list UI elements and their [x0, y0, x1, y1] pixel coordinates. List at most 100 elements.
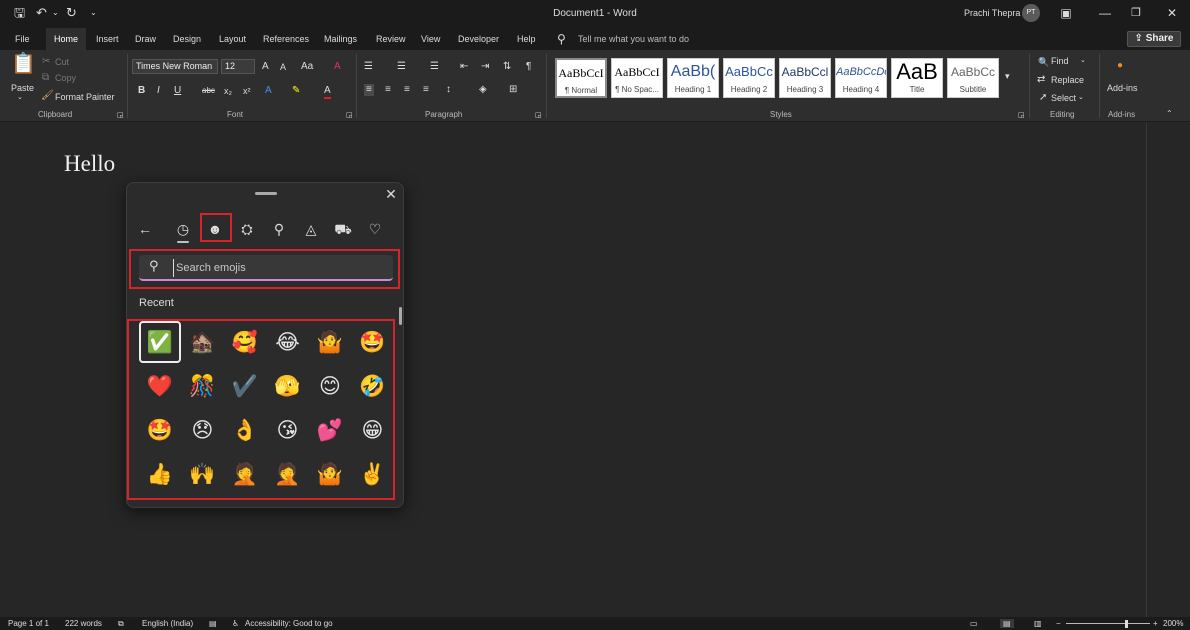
user-name[interactable]: Prachi Thepra [964, 8, 1020, 18]
justify-icon[interactable]: ≡ [423, 84, 429, 96]
ribbon-display-icon[interactable]: ▣ [1057, 4, 1075, 22]
print-layout-icon[interactable]: ▤ [1000, 619, 1014, 628]
style-no-spacing[interactable]: AaBbCcI ¶ No Spac... [611, 58, 663, 98]
emoji-item[interactable]: 🤦 [224, 453, 266, 495]
paste-dropdown-icon[interactable]: ⌄ [17, 93, 23, 101]
style-heading-1[interactable]: AaBb(Heading 1 [667, 58, 719, 98]
underline-icon[interactable]: U [174, 85, 181, 97]
accessibility-status[interactable]: Accessibility: Good to go [245, 619, 333, 628]
word-count[interactable]: 222 words [65, 619, 102, 628]
select-dropdown-icon[interactable]: ⌄ [1078, 92, 1084, 104]
restore-icon[interactable]: ❐ [1127, 4, 1145, 22]
replace-button[interactable]: Replace [1051, 75, 1084, 85]
font-name-dropdown[interactable]: Times New Roman [132, 59, 218, 74]
style-normal[interactable]: AaBbCcI ¶ Normal [555, 58, 607, 98]
emoji-item[interactable]: 🫣 [267, 365, 309, 407]
grow-font-icon[interactable]: A [262, 61, 269, 73]
align-right-icon[interactable]: ≡ [404, 84, 410, 96]
tab-layout[interactable]: Layout [219, 28, 246, 50]
kaomoji-icon[interactable]: ⛭ [237, 219, 257, 239]
emoji-item[interactable]: 🤣 [352, 365, 394, 407]
bullets-icon[interactable]: ☰ [364, 61, 373, 73]
zoom-out-icon[interactable]: − [1056, 619, 1061, 628]
copy-button[interactable]: Copy [55, 73, 76, 83]
clear-formatting-icon[interactable]: A [334, 61, 341, 73]
avatar[interactable]: PT [1022, 4, 1040, 22]
emoji-item[interactable]: 🤷 [309, 321, 351, 363]
addins-button[interactable]: Add-ins [1107, 83, 1138, 93]
panel-scrollbar[interactable] [399, 307, 402, 325]
find-button[interactable]: Find [1051, 56, 1069, 66]
undo-icon[interactable]: ↶ [36, 5, 47, 21]
format-painter-button[interactable]: Format Painter [55, 92, 115, 102]
emoji-item[interactable]: 🤷 [309, 453, 351, 495]
paragraph-launcher-icon[interactable]: ◲ [535, 110, 542, 122]
tab-insert[interactable]: Insert [96, 28, 119, 50]
tab-help[interactable]: Help [517, 28, 536, 50]
borders-icon[interactable]: ⊞ [509, 84, 517, 96]
select-button[interactable]: Select [1051, 93, 1076, 103]
cut-button[interactable]: Cut [55, 57, 69, 67]
close-panel-icon[interactable]: ✕ [382, 185, 400, 203]
style-heading-2[interactable]: AaBbCc Heading 2 [723, 58, 775, 98]
clipboard-launcher-icon[interactable]: ◲ [117, 110, 124, 122]
tab-home[interactable]: Home [46, 28, 87, 50]
multilevel-list-icon[interactable]: ☰ [430, 61, 439, 73]
italic-icon[interactable]: I [157, 85, 160, 97]
styles-more-icon[interactable]: ▾ [1005, 70, 1010, 82]
tell-me-search[interactable]: Tell me what you want to do [578, 28, 689, 50]
font-launcher-icon[interactable]: ◲ [346, 110, 353, 122]
change-case-icon[interactable]: Aa [301, 61, 313, 73]
font-color-icon[interactable]: A [324, 85, 331, 99]
emoji-item[interactable]: ✅ [139, 321, 181, 363]
superscript-icon[interactable]: x² [243, 85, 251, 97]
proofing-icon[interactable]: ⧉ [118, 619, 124, 629]
style-subtitle[interactable]: AaBbCc Subtitle [947, 58, 999, 98]
align-center-icon[interactable]: ≡ [385, 84, 391, 96]
tab-draw[interactable]: Draw [135, 28, 156, 50]
redo-icon[interactable]: ↻ [66, 5, 77, 21]
styles-launcher-icon[interactable]: ◲ [1018, 110, 1025, 122]
tab-view[interactable]: View [421, 28, 440, 50]
collapse-ribbon-icon[interactable]: ⌃ [1166, 108, 1173, 120]
focus-icon[interactable]: ▭ [970, 619, 978, 628]
share-button[interactable]: ⇪ Share [1127, 31, 1181, 47]
macro-icon[interactable]: ▤ [209, 619, 217, 628]
zoom-in-icon[interactable]: + [1153, 619, 1158, 628]
font-size-dropdown[interactable]: 12 [221, 59, 255, 74]
style-title[interactable]: AaB Title [891, 58, 943, 98]
language[interactable]: English (India) [142, 619, 193, 628]
emoji-item[interactable]: 🥰 [224, 321, 266, 363]
emoji-item[interactable]: ❤️ [139, 365, 181, 407]
emoji-item[interactable]: 😞 [182, 409, 224, 451]
increase-indent-icon[interactable]: ⇥ [481, 61, 489, 73]
text-effects-icon[interactable]: A [265, 85, 272, 97]
save-icon[interactable]: 🖫 [14, 5, 25, 21]
tab-references[interactable]: References [263, 28, 309, 50]
search-input[interactable] [173, 259, 383, 277]
emoji-item[interactable]: 💕 [309, 409, 351, 451]
decrease-indent-icon[interactable]: ⇤ [460, 61, 468, 73]
zoom-slider-thumb[interactable] [1125, 620, 1128, 628]
page-count[interactable]: Page 1 of 1 [8, 619, 49, 628]
favorites-icon[interactable]: ♡ [365, 219, 385, 239]
shading-icon[interactable]: ◈ [479, 84, 487, 96]
emoji-item[interactable]: 🙌 [182, 453, 224, 495]
emoji-item[interactable]: ✌️ [352, 453, 394, 495]
vertical-scrollbar[interactable] [1146, 123, 1190, 617]
clipboard-icon[interactable]: ⛟ [333, 219, 353, 239]
emoji-item[interactable]: 👍 [139, 453, 181, 495]
customize-icon[interactable]: ⌄ [90, 5, 97, 21]
zoom-level[interactable]: 200% [1163, 619, 1183, 628]
zoom-slider[interactable] [1066, 623, 1150, 624]
emoji-item[interactable]: 😂 [267, 321, 309, 363]
find-dropdown-icon[interactable]: ⌄ [1080, 55, 1086, 67]
emoji-item[interactable]: 😊 [309, 365, 351, 407]
recent-icon[interactable]: ◷ [173, 219, 193, 239]
line-spacing-icon[interactable]: ↕ [446, 84, 451, 96]
emoji-item[interactable]: 😁 [352, 409, 394, 451]
sort-icon[interactable]: ⇅ [503, 61, 511, 73]
emoji-item[interactable]: 🏚️ [182, 321, 224, 363]
strikethrough-icon[interactable]: abc [202, 85, 215, 97]
emoji-item[interactable]: 🎊 [182, 365, 224, 407]
